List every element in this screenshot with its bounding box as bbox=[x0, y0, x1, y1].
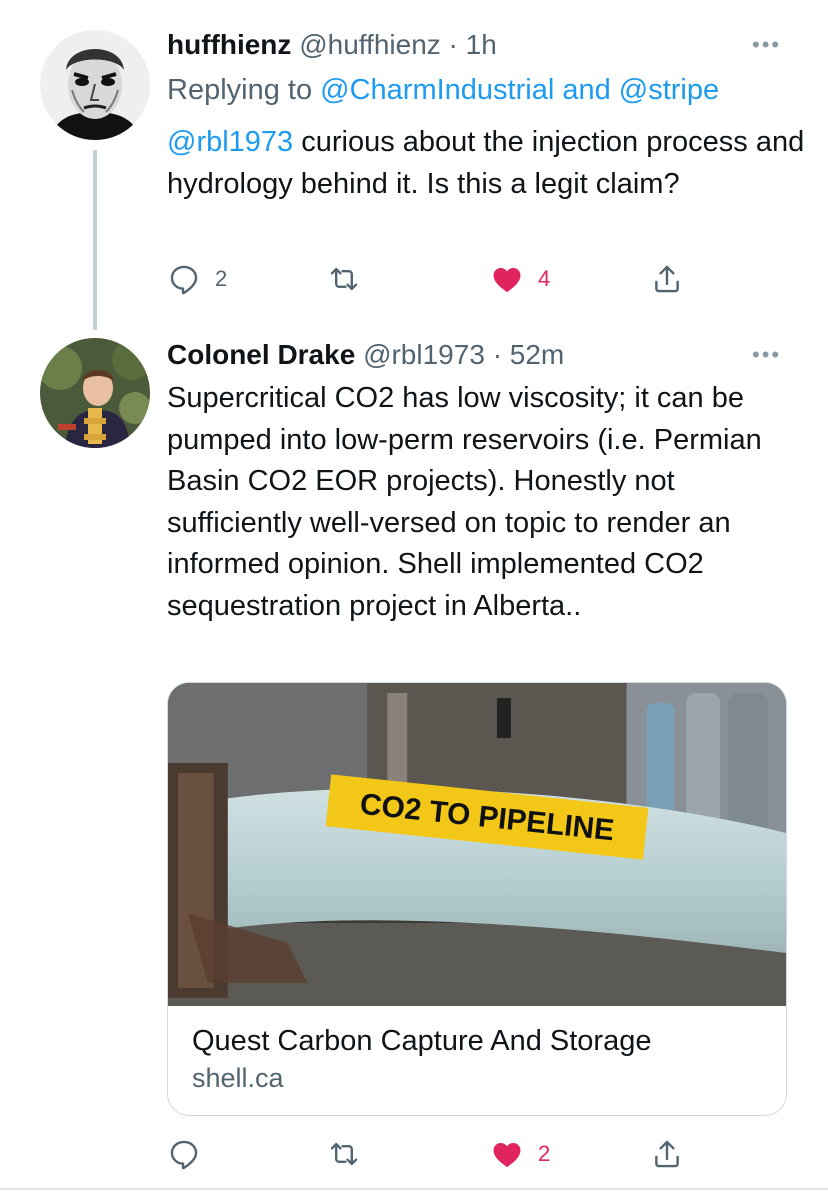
tweet-header: Colonel Drake @rbl1973 · 52m bbox=[167, 337, 564, 373]
user-handle[interactable]: @rbl1973 bbox=[363, 339, 485, 370]
replying-to-line: Replying to @CharmIndustrial and @stripe bbox=[167, 72, 719, 108]
like-button[interactable]: 2 bbox=[490, 1136, 550, 1172]
replying-to-label: Replying to bbox=[167, 74, 321, 106]
heart-icon bbox=[493, 267, 521, 293]
link-preview-card[interactable]: CO2 TO PIPELINE Quest Carbon Capture And… bbox=[167, 682, 787, 1116]
retweet-icon bbox=[330, 267, 358, 291]
like-count: 2 bbox=[538, 1141, 551, 1166]
retweet-icon bbox=[330, 1142, 358, 1166]
thread-connector-line bbox=[93, 150, 97, 330]
retweet-button[interactable] bbox=[327, 261, 361, 297]
timestamp[interactable]: · 52m bbox=[493, 339, 565, 370]
card-title: Quest Carbon Capture And Storage bbox=[192, 1025, 652, 1057]
heart-icon bbox=[493, 1142, 521, 1168]
like-count: 4 bbox=[538, 266, 551, 291]
reply-button[interactable] bbox=[167, 1136, 201, 1172]
tweet-text: @rbl1973 curious about the injection pro… bbox=[167, 122, 807, 205]
tweet-actions: 2 4 bbox=[167, 261, 707, 297]
more-icon[interactable]: ••• bbox=[752, 32, 781, 58]
share-button[interactable] bbox=[650, 261, 684, 297]
retweet-button[interactable] bbox=[327, 1136, 361, 1172]
replying-to-mentions[interactable]: @CharmIndustrial and @stripe bbox=[320, 74, 719, 106]
share-icon bbox=[655, 265, 679, 293]
user-handle[interactable]: @huffhienz bbox=[299, 29, 441, 60]
share-button[interactable] bbox=[650, 1136, 684, 1172]
tweet-actions: 2 bbox=[167, 1136, 707, 1172]
like-button[interactable]: 4 bbox=[490, 261, 550, 297]
share-icon bbox=[655, 1140, 679, 1168]
bottom-divider bbox=[0, 1188, 828, 1190]
display-name[interactable]: huffhienz bbox=[167, 29, 291, 60]
reply-count: 2 bbox=[215, 266, 228, 291]
avatar-colonel-drake[interactable] bbox=[40, 338, 150, 448]
card-domain: shell.ca bbox=[192, 1063, 284, 1093]
more-icon[interactable]: ••• bbox=[752, 342, 781, 368]
tweet-text: Supercritical CO2 has low viscosity; it … bbox=[167, 382, 762, 622]
avatar-huffhienz[interactable] bbox=[40, 30, 150, 140]
reply-icon bbox=[170, 1140, 198, 1170]
mention-link[interactable]: @rbl1973 bbox=[167, 126, 293, 158]
card-image: CO2 TO PIPELINE bbox=[168, 683, 786, 1006]
timestamp[interactable]: · 1h bbox=[449, 29, 497, 60]
display-name[interactable]: Colonel Drake bbox=[167, 339, 355, 370]
tweet-header: huffhienz @huffhienz · 1h bbox=[167, 27, 497, 63]
reply-icon bbox=[170, 265, 198, 295]
reply-button[interactable]: 2 bbox=[167, 261, 227, 297]
